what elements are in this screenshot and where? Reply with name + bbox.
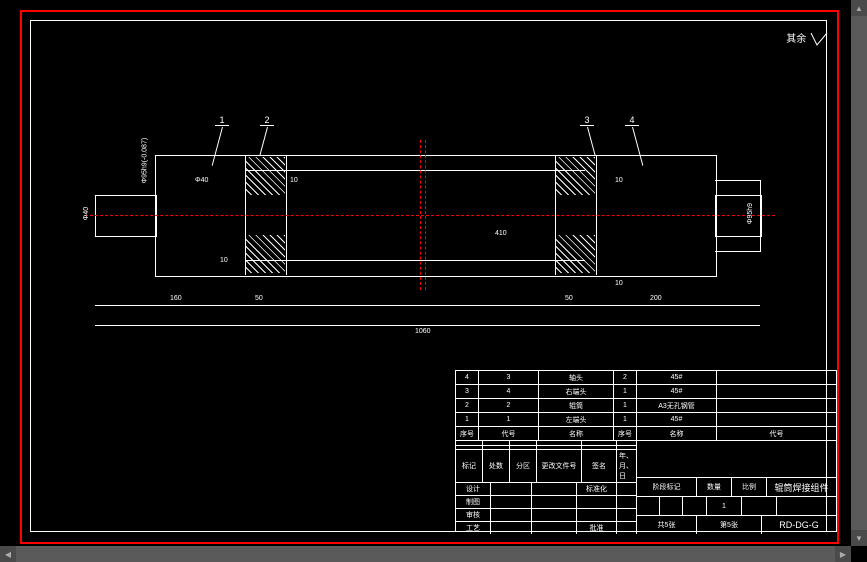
roller-body-outline (155, 155, 717, 277)
callout-4: 4 (625, 115, 639, 126)
marker-label: 其余 (786, 34, 806, 45)
shaft-right-step (715, 180, 761, 252)
technical-drawing: 1 2 3 4 Φ40 Φ95h9(-0.087) Φ95h9 Φ40 10 (95, 85, 760, 355)
callout-2: 2 (260, 115, 274, 126)
hdr-qianming: 签名 (582, 450, 617, 482)
hdr-fenqu: 分区 (510, 450, 537, 482)
lbl-shuliang: 数量 (697, 478, 732, 496)
dim-body-dia: Φ95h9(-0.087) (142, 138, 149, 184)
tube-wall-bot (245, 260, 585, 271)
scroll-thumb-v[interactable] (851, 16, 867, 530)
dim-50r: 50 (565, 295, 573, 302)
centerline-vertical-2 (420, 140, 421, 290)
weld-10-2: 10 (220, 257, 228, 264)
tube-wall-top (245, 160, 585, 171)
title-block-right: 阶段标记 数量 比例 辊筒焊接组件 1 共5张 第5张 RD-DG-G (637, 441, 836, 534)
scrollbar-horizontal[interactable]: ◀ ▶ (0, 546, 851, 562)
hdr-nyr: 年、月、日 (617, 450, 636, 482)
bom-row-4: 4 3 轴头 2 45# (456, 371, 836, 385)
lbl-zhitu: 制图 (456, 496, 491, 508)
leader-3 (587, 127, 596, 156)
dim-50l: 50 (255, 295, 263, 302)
hdr-gengai: 更改文件号 (537, 450, 582, 482)
lbl-jieduan: 阶段标记 (637, 478, 697, 496)
scroll-right-icon[interactable]: ▶ (835, 546, 851, 562)
scroll-thumb-h[interactable] (16, 546, 835, 562)
part-name: 辊筒焊接组件 (767, 478, 836, 496)
lbl-shenhe: 审核 (456, 509, 491, 521)
sheet-total: 共5张 (637, 516, 697, 534)
surface-symbol-icon (809, 31, 829, 47)
lbl-biaozhunhua: 标准化 (577, 483, 617, 495)
centerline-vertical (425, 140, 426, 290)
callout-1: 1 (215, 115, 229, 126)
scroll-left-icon[interactable]: ◀ (0, 546, 16, 562)
bom-row-2: 2 2 辊筒 1 A3无孔钢管 (456, 399, 836, 413)
cad-viewport: ▲ ▼ ◀ ▶ 其余 1 2 3 4 (0, 0, 867, 562)
weld-label-1: Φ40 (195, 177, 208, 184)
dim-200: 200 (650, 295, 662, 302)
hdr-biaoji: 标记 (456, 450, 483, 482)
surface-finish-marker: 其余 (786, 30, 829, 47)
title-block-left: 标记 处数 分区 更改文件号 签名 年、月、日 设计 标准化 制图 (456, 441, 637, 534)
hdr-chushu: 处数 (483, 450, 510, 482)
centerline-horizontal (85, 215, 775, 216)
lbl-sheji: 设计 (456, 483, 491, 495)
callout-3: 3 (580, 115, 594, 126)
dim-160: 160 (170, 295, 182, 302)
sheet-num: 第5张 (697, 516, 762, 534)
title-block: 4 3 轴头 2 45# 3 4 右端头 1 45# 2 2 辊筒 1 A3无孔… (455, 370, 837, 532)
weld-10-4: 10 (615, 280, 623, 287)
dim-total: 1060 (415, 328, 431, 335)
dim-410: 410 (495, 230, 507, 237)
scroll-up-icon[interactable]: ▲ (851, 0, 867, 16)
shaft-left (95, 195, 157, 237)
dim-line-bottom (95, 305, 760, 306)
lbl-bili: 比例 (732, 478, 767, 496)
bom-header: 序号 代号 名称 序号 名称 代号 (456, 427, 836, 441)
bom-row-1: 1 1 左端头 1 45# (456, 413, 836, 427)
dim-shaft-dia: Φ40 (83, 207, 90, 220)
lbl-gongyi: 工艺 (456, 522, 491, 534)
dim-line-total (95, 325, 760, 326)
leader-2 (259, 127, 268, 156)
title-block-lower: 标记 处数 分区 更改文件号 签名 年、月、日 设计 标准化 制图 (456, 441, 836, 534)
scroll-down-icon[interactable]: ▼ (851, 530, 867, 546)
scrollbar-vertical[interactable]: ▲ ▼ (851, 0, 867, 546)
dim-right-dia: Φ95h9 (747, 203, 754, 224)
qty-value: 1 (707, 497, 742, 515)
weld-10-3: 10 (615, 177, 623, 184)
drawing-number: RD-DG-G (762, 516, 836, 534)
lbl-pizhun: 批准 (577, 522, 617, 534)
weld-10-1: 10 (290, 177, 298, 184)
bom-row-3: 3 4 右端头 1 45# (456, 385, 836, 399)
